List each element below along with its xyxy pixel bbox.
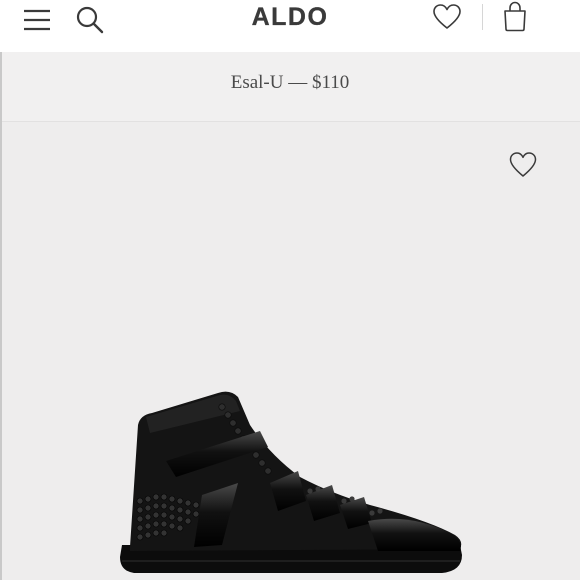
product-title: Esal-U — $110 [230,71,350,93]
product-title-bar: Esal-U — $110 [0,52,580,122]
screen-edge [0,52,2,580]
sneaker-image[interactable] [110,385,470,580]
shopping-bag-button[interactable] [500,0,530,34]
favorite-button[interactable] [507,150,539,180]
wishlist-button[interactable] [430,2,464,32]
heart-icon [509,152,537,177]
shopping-bag-icon [504,1,526,32]
site-header: ALDO [0,0,580,52]
aldo-logo[interactable]: ALDO [0,3,580,32]
heart-icon [433,4,461,29]
header-divider [482,4,483,30]
toe-cap [368,518,461,551]
